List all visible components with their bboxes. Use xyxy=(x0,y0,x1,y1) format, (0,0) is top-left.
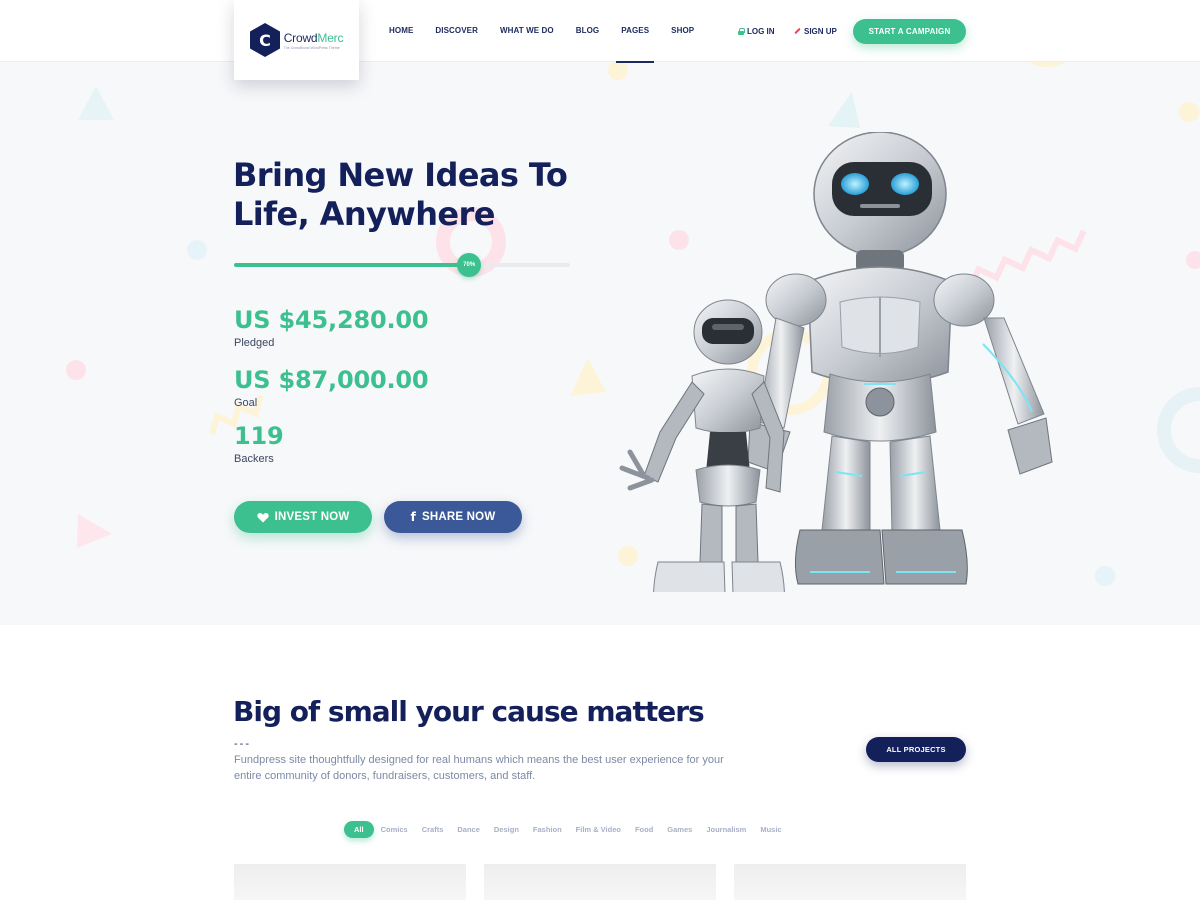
nav-item-shop[interactable]: SHOP xyxy=(660,0,705,62)
logo[interactable]: C CrowdMerc The Crowdfound WordPress The… xyxy=(234,0,359,80)
logo-letter: C xyxy=(259,31,271,50)
hero-title-line2: Life, Anywhere xyxy=(233,195,495,233)
project-card-image[interactable] xyxy=(234,864,466,900)
filter-journalism[interactable]: Journalism xyxy=(706,825,746,834)
projects-section-title: Big of small your cause matters xyxy=(233,695,705,728)
brand-name-part1: Crowd xyxy=(283,30,318,45)
share-now-label: SHARE NOW xyxy=(422,511,496,523)
login-link[interactable]: LOG IN xyxy=(738,0,775,62)
filter-fashion[interactable]: Fashion xyxy=(533,825,562,834)
filter-design[interactable]: Design xyxy=(494,825,519,834)
nav-item-what-we-do[interactable]: WHAT WE DO xyxy=(489,0,565,62)
nav-item-discover[interactable]: DISCOVER xyxy=(424,0,489,62)
projects-section-description: Fundpress site thoughtfully designed for… xyxy=(234,754,724,782)
nav-item-blog[interactable]: BLOG xyxy=(565,0,611,62)
filter-music[interactable]: Music xyxy=(760,825,781,834)
brand-name: CrowdMerc xyxy=(284,31,344,45)
signup-label: SIGN UP xyxy=(804,26,837,36)
share-now-button[interactable]: f SHARE NOW xyxy=(384,501,522,533)
all-projects-button[interactable]: ALL PROJECTS xyxy=(866,737,966,762)
stat-backers: 119 Backers xyxy=(234,422,284,465)
pledged-label: Pledged xyxy=(234,337,275,349)
facebook-icon: f xyxy=(410,510,417,524)
filter-comics[interactable]: Comics xyxy=(381,825,408,834)
main-nav: HOME DISCOVER WHAT WE DO BLOG PAGES SHOP xyxy=(378,0,705,63)
logo-hexagon-icon: C xyxy=(249,23,280,57)
title-underline-dash: --- xyxy=(234,738,251,750)
brand-tagline: The Crowdfound WordPress Theme xyxy=(283,45,340,50)
filter-food[interactable]: Food xyxy=(635,825,653,834)
signup-link[interactable]: SIGN UP xyxy=(794,0,837,62)
nav-item-home[interactable]: HOME xyxy=(378,0,424,62)
filter-games[interactable]: Games xyxy=(667,825,692,834)
login-label: LOG IN xyxy=(747,26,775,36)
pencil-icon xyxy=(794,27,801,35)
start-campaign-button[interactable]: START A CAMPAIGN xyxy=(853,19,966,44)
funding-progress-fill xyxy=(234,263,470,267)
funding-progress-bar: 70% xyxy=(234,253,570,277)
filter-dance[interactable]: Dance xyxy=(457,825,480,834)
project-card-image[interactable] xyxy=(484,864,716,900)
filter-film-video[interactable]: Film & Video xyxy=(576,825,621,834)
filter-crafts[interactable]: Crafts xyxy=(422,825,444,834)
lock-icon xyxy=(738,27,745,35)
heart-icon xyxy=(256,512,269,522)
pledged-value: US $45,280.00 xyxy=(234,306,429,334)
nav-item-pages[interactable]: PAGES xyxy=(610,0,660,63)
category-filter-tabs: All Comics Crafts Dance Design Fashion F… xyxy=(344,821,796,838)
project-card-image[interactable] xyxy=(734,864,966,900)
backers-value: 119 xyxy=(234,422,284,450)
hero-section: Bring New Ideas To Life, Anywhere 70% US… xyxy=(0,62,1200,625)
logo-text: CrowdMerc The Crowdfound WordPress Theme xyxy=(284,31,344,50)
stat-goal: US $87,000.00 Goal xyxy=(234,366,429,409)
filter-all[interactable]: All xyxy=(344,821,374,838)
invest-now-button[interactable]: INVEST NOW xyxy=(234,501,372,533)
goal-value: US $87,000.00 xyxy=(234,366,429,394)
backers-label: Backers xyxy=(234,453,274,465)
stat-pledged: US $45,280.00 Pledged xyxy=(234,306,429,349)
brand-name-part2: Merc xyxy=(317,30,344,45)
invest-now-label: INVEST NOW xyxy=(274,511,350,523)
big-robot xyxy=(747,132,1053,585)
hero-title: Bring New Ideas To Life, Anywhere xyxy=(233,156,593,234)
goal-label: Goal xyxy=(234,397,258,409)
hero-title-line1: Bring New Ideas To xyxy=(233,156,568,194)
funding-progress-badge: 70% xyxy=(457,253,482,277)
site-header: HOME DISCOVER WHAT WE DO BLOG PAGES SHOP… xyxy=(0,0,1200,63)
robots-illustration xyxy=(619,132,1053,592)
